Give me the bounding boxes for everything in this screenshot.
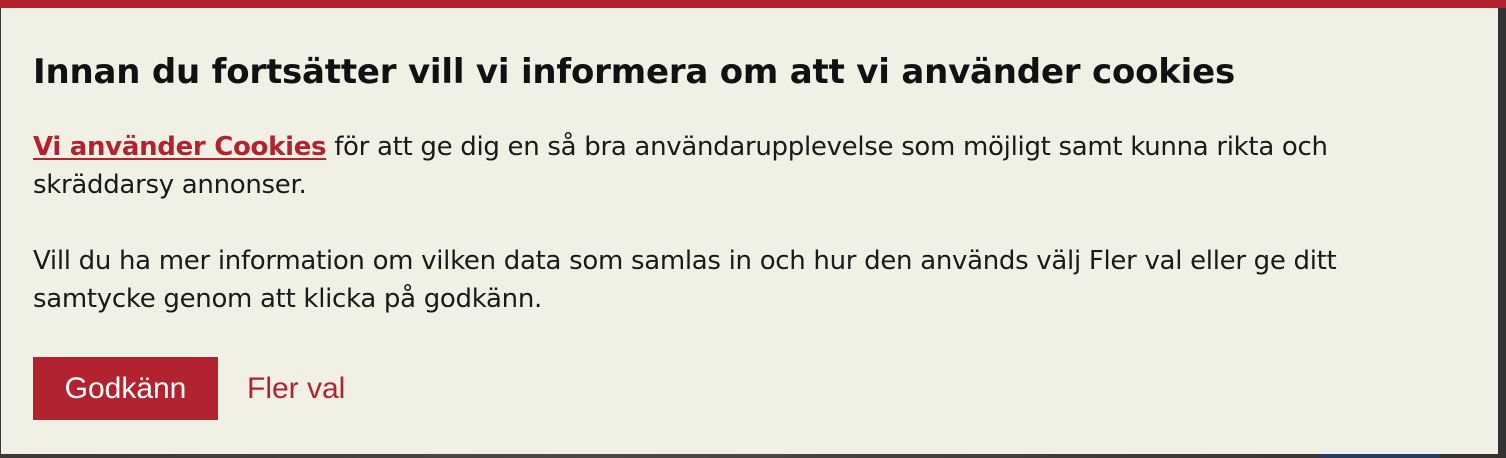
site-header-stripe — [0, 0, 1506, 8]
dialog-title: Innan du fortsätter vill vi informera om… — [33, 52, 1236, 92]
consent-info-paragraph: Vill du ha mer information om vilken dat… — [33, 246, 1337, 314]
more-options-button[interactable]: Fler val — [247, 367, 345, 411]
accept-button[interactable]: Godkänn — [33, 357, 218, 420]
cookie-consent-dialog: Innan du fortsätter vill vi informera om… — [1, 8, 1498, 454]
cookie-info-paragraph: Vi använder Cookies för att ge dig en så… — [33, 128, 1463, 204]
cookie-policy-link[interactable]: Vi använder Cookies — [33, 132, 327, 162]
